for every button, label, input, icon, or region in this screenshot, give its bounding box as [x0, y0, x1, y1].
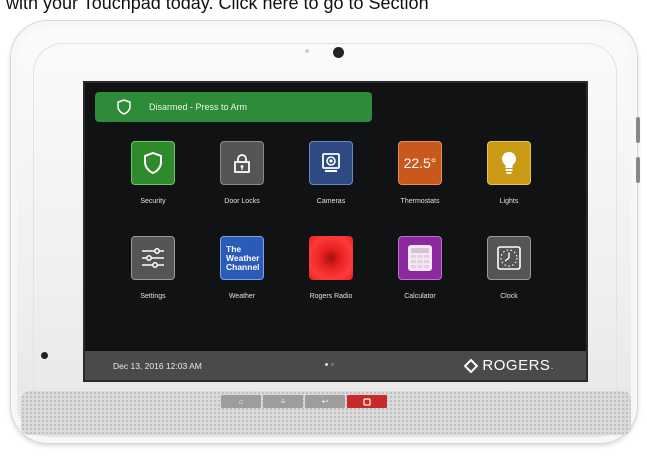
- tile-label: Rogers Radio: [309, 293, 353, 300]
- cameras-tile-box: [309, 141, 353, 185]
- clock-icon: [497, 246, 521, 270]
- lightbulb-icon: [502, 152, 516, 174]
- tile-label: Door Locks: [224, 198, 260, 205]
- tile-clock[interactable]: Clock: [478, 236, 540, 300]
- brand-suffix: .: [550, 359, 554, 372]
- side-button-top[interactable]: [636, 117, 640, 143]
- tile-label: Weather: [228, 293, 256, 300]
- clock-tile-box: [487, 236, 531, 280]
- camera-icon: [322, 153, 340, 172]
- menu-button[interactable]: ≡: [263, 395, 303, 408]
- rogers-logo: ROGERS .: [464, 357, 554, 374]
- shield-icon: [144, 151, 162, 175]
- tile-lights[interactable]: Lights: [478, 141, 540, 205]
- rogers-logo-icon: [464, 358, 479, 373]
- panic-icon: [363, 397, 371, 406]
- weather-channel-logo: The Weather Channel: [220, 236, 264, 280]
- touchscreen: Disarmed - Press to Arm Security Door Lo…: [83, 81, 588, 382]
- hardware-button-bar: ⌂ ≡ ↩: [221, 395, 387, 408]
- security-tile-box: [131, 141, 175, 185]
- lock-icon: [234, 154, 250, 173]
- tile-thermostats[interactable]: 22.5° Thermostats: [389, 141, 451, 205]
- tile-label: Thermostats: [400, 198, 440, 205]
- arm-button-label: Disarmed - Press to Arm: [149, 102, 248, 112]
- calculator-tile-box: [398, 236, 442, 280]
- status-bar: Dec 13, 2016 12:03 AM ROGERS .: [85, 351, 586, 380]
- arm-button[interactable]: Disarmed - Press to Arm: [95, 92, 372, 122]
- tile-rogers-radio[interactable]: Rogers Radio: [300, 236, 362, 300]
- page-indicator: [325, 363, 334, 366]
- tile-label: Lights: [499, 198, 519, 205]
- page: with your Touchpad today. Click here to …: [0, 0, 647, 459]
- tile-label: Settings: [140, 293, 166, 300]
- tile-security[interactable]: Security: [122, 141, 184, 205]
- thermostat-value: 22.5°: [403, 155, 437, 171]
- tile-label: Cameras: [316, 198, 346, 205]
- tile-calculator[interactable]: Calculator: [389, 236, 451, 300]
- tile-weather[interactable]: The Weather Channel Weather: [211, 236, 273, 300]
- settings-tile-box: [131, 236, 175, 280]
- tile-label: Clock: [500, 293, 518, 300]
- radio-icon: [309, 236, 353, 280]
- tile-settings[interactable]: Settings: [122, 236, 184, 300]
- tile-door-locks[interactable]: Door Locks: [211, 141, 273, 205]
- home-icon: ⌂: [238, 397, 244, 406]
- date-time: Dec 13, 2016 12:03 AM: [113, 360, 202, 371]
- door-locks-tile-box: [220, 141, 264, 185]
- camera-lens: [333, 47, 344, 58]
- status-led: [41, 352, 48, 359]
- tile-cameras[interactable]: Cameras: [300, 141, 362, 205]
- panic-button[interactable]: [347, 395, 387, 408]
- sliders-icon: [142, 248, 164, 268]
- back-icon: ↩: [321, 397, 329, 406]
- caption-text[interactable]: with your Touchpad today. Click here to …: [6, 0, 429, 14]
- touchpad-device: Disarmed - Press to Arm Security Door Lo…: [10, 20, 640, 444]
- calculator-icon: [408, 245, 432, 271]
- tile-label: Security: [140, 198, 166, 205]
- brand-name: ROGERS: [482, 357, 551, 374]
- lights-tile-box: [487, 141, 531, 185]
- shield-icon: [117, 99, 131, 115]
- side-button-bottom[interactable]: [636, 157, 640, 183]
- back-button[interactable]: ↩: [305, 395, 345, 408]
- home-button[interactable]: ⌂: [221, 395, 261, 408]
- thermostat-icon: 22.5°: [398, 141, 442, 185]
- menu-icon: ≡: [280, 397, 286, 406]
- light-sensor: [305, 49, 309, 53]
- weather-logo-line: Channel: [226, 261, 260, 272]
- tile-label: Calculator: [404, 293, 436, 300]
